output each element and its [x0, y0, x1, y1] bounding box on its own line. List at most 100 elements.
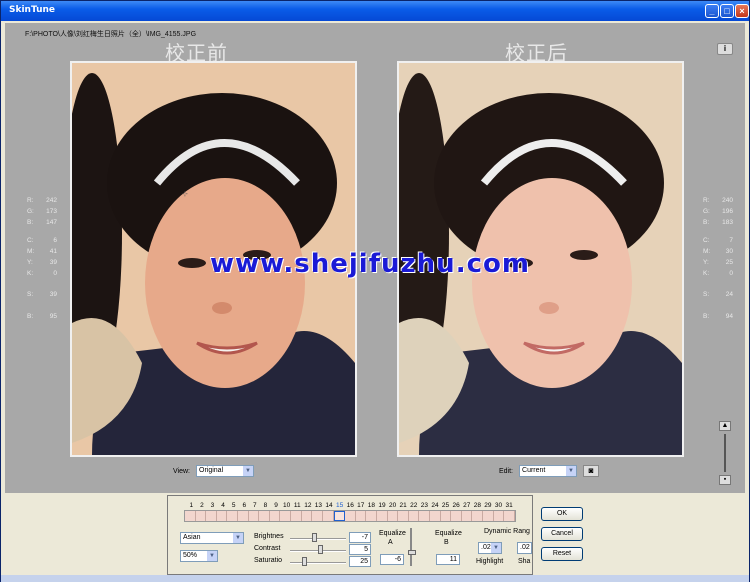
preset-cell[interactable] — [388, 511, 399, 521]
preset-cell[interactable] — [366, 511, 377, 521]
person-large-icon[interactable]: ▲ — [719, 421, 731, 431]
zoom-slider[interactable]: ▲ ▪ — [719, 421, 731, 487]
preset-cell[interactable] — [280, 511, 292, 521]
preset-cell[interactable] — [462, 511, 473, 521]
brightness-thumb[interactable] — [312, 533, 317, 542]
preset-cell[interactable] — [323, 511, 334, 521]
preset-cell[interactable] — [409, 511, 420, 521]
saturation-track[interactable] — [290, 562, 346, 564]
preset-strip[interactable] — [184, 510, 516, 522]
day-number: 10 — [283, 502, 291, 509]
readout-key: Y: — [703, 259, 709, 266]
brightness-track[interactable] — [290, 538, 346, 540]
skin-type-select[interactable]: Asian ▼ — [180, 532, 244, 544]
preset-cell[interactable] — [227, 511, 239, 521]
preset-cell[interactable] — [356, 511, 367, 521]
brightness-value[interactable]: -7 — [349, 532, 371, 543]
preset-cell[interactable] — [377, 511, 388, 521]
readout-key: M: — [703, 248, 711, 255]
readout-value: 0 — [53, 270, 57, 277]
chevron-down-icon: ▼ — [207, 551, 217, 561]
day-number: 7 — [253, 502, 257, 509]
day-number: 17 — [357, 502, 365, 509]
readout-value: 0 — [729, 270, 733, 277]
preset-cell[interactable] — [249, 511, 260, 521]
ok-button[interactable]: OK — [541, 507, 583, 521]
window-title: SkinTune — [9, 5, 56, 15]
person-small-icon[interactable]: ▪ — [719, 475, 731, 485]
equalize-thumb[interactable] — [408, 550, 416, 555]
equalize-b-value[interactable]: 11 — [436, 554, 460, 565]
readout-key: K: — [703, 270, 710, 277]
title-bar[interactable]: SkinTune _ □ × — [1, 1, 749, 21]
preset-cell[interactable] — [430, 511, 441, 521]
zoom-select[interactable]: 50% ▼ — [180, 550, 218, 562]
equalize-b-label: Equalize — [435, 530, 462, 537]
preset-cell[interactable] — [206, 511, 217, 521]
readout-value: 24 — [725, 291, 733, 298]
readout-value: 7 — [729, 237, 733, 244]
readout-key: K: — [27, 270, 34, 277]
preset-cell[interactable] — [504, 511, 515, 521]
day-number: 30 — [494, 502, 503, 509]
cancel-button[interactable]: Cancel — [541, 527, 583, 541]
preset-cell[interactable] — [291, 511, 302, 521]
preset-cell[interactable] — [270, 511, 281, 521]
preset-cell[interactable] — [483, 511, 494, 521]
preset-cell[interactable] — [302, 511, 313, 521]
day-number: 18 — [367, 502, 375, 509]
camera-icon[interactable]: ◙ — [583, 465, 600, 477]
controls-area: 1 2 3 4 5 6 7 8 9 10 11 12 13 14 15 16 17 18 19 20 21 22 23 24 2… — [1, 493, 749, 582]
readout-key: S: — [703, 291, 710, 298]
contrast-value[interactable]: 5 — [349, 544, 371, 555]
contrast-thumb[interactable] — [318, 545, 323, 554]
shadow-select[interactable]: .02 — [517, 542, 532, 554]
day-number: 20 — [388, 502, 397, 509]
highlight-select[interactable]: .02 ▼ — [478, 542, 502, 554]
equalize-b-sub: B — [444, 539, 449, 546]
preset-cell[interactable] — [217, 511, 228, 521]
preset-cell[interactable] — [451, 511, 462, 521]
preset-cell[interactable] — [419, 511, 431, 521]
saturation-thumb[interactable] — [302, 557, 307, 566]
day-number: 2 — [200, 502, 204, 509]
equalize-a-value[interactable]: -6 — [380, 554, 404, 565]
close-button[interactable]: × — [735, 4, 749, 18]
preset-cell[interactable] — [333, 511, 346, 521]
chevron-down-icon: ▼ — [566, 466, 577, 476]
saturation-value[interactable]: 25 — [349, 556, 371, 567]
readout-key: R: — [27, 197, 34, 204]
readout-value: 173 — [46, 208, 57, 215]
readout-key: S: — [27, 291, 34, 298]
edit-select[interactable]: Current ▼ — [519, 465, 578, 477]
preset-cell[interactable] — [398, 511, 409, 521]
zoom-track[interactable] — [724, 434, 726, 472]
day-number: 5 — [231, 502, 236, 509]
preset-cell[interactable] — [494, 511, 505, 521]
edit-value: Current — [522, 467, 546, 474]
equalize-track[interactable] — [410, 528, 412, 566]
svg-text:⊹: ⊹ — [182, 191, 188, 198]
readout-value: 242 — [46, 197, 57, 204]
preset-cell[interactable] — [196, 511, 207, 521]
readout-key: B: — [703, 219, 710, 226]
adjust-panel: 1 2 3 4 5 6 7 8 9 10 11 12 13 14 15 16 17 18 19 20 21 22 23 24 2… — [167, 495, 533, 575]
day-number: 19 — [378, 502, 386, 509]
preset-cell[interactable] — [185, 511, 196, 521]
preset-cell[interactable] — [472, 511, 484, 521]
preset-cell[interactable] — [259, 511, 270, 521]
preset-cell[interactable] — [312, 511, 323, 521]
preset-cell[interactable] — [345, 511, 356, 521]
after-color-readout: R: 240 G: 196 B: 183 C: 7 M: 30 Y: 25 K: 0 S: 24 B: 94 — [703, 197, 733, 327]
day-number: 25 — [441, 502, 450, 509]
readout-key: B: — [27, 313, 34, 320]
maximize-button[interactable]: □ — [720, 4, 734, 18]
minimize-button[interactable]: _ — [705, 4, 719, 18]
preset-cell[interactable] — [238, 511, 249, 521]
info-button[interactable]: i — [717, 43, 733, 55]
preset-cell[interactable] — [441, 511, 452, 521]
day-number: 1 — [189, 502, 194, 509]
shadow-label: Sha — [518, 558, 531, 565]
view-select[interactable]: Original ▼ — [196, 465, 254, 477]
reset-button[interactable]: Reset — [541, 547, 583, 561]
